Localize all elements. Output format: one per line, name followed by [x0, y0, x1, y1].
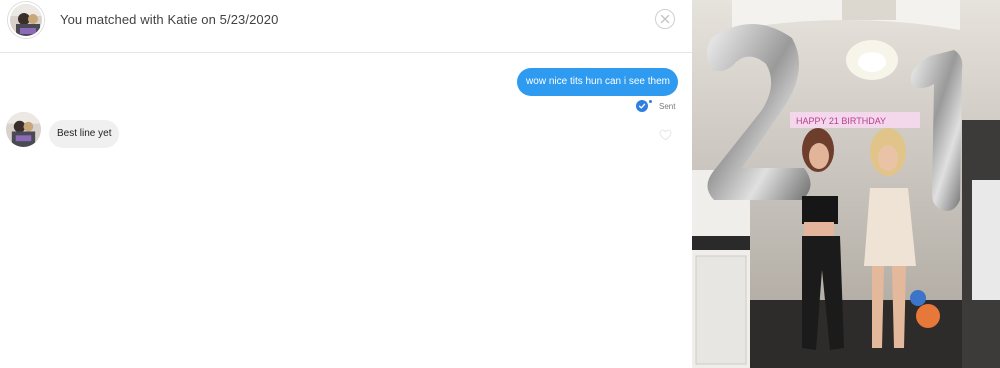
check-circle-icon: [636, 100, 648, 112]
profile-photo[interactable]: HAPPY 21 BIRTHDAY: [692, 0, 1000, 368]
avatar-image: [10, 4, 42, 36]
like-button[interactable]: [659, 128, 672, 141]
heart-outline-icon: [659, 129, 672, 141]
read-dot: [649, 100, 652, 103]
sender-avatar[interactable]: [6, 112, 41, 147]
chat-pane: You matched with Katie on 5/23/2020 wow …: [0, 0, 692, 368]
close-icon: [660, 14, 670, 24]
match-header: You matched with Katie on 5/23/2020: [0, 0, 692, 53]
avatar-image: [6, 112, 41, 147]
photo-image: HAPPY 21 BIRTHDAY: [692, 0, 1000, 368]
incoming-message[interactable]: Best line yet: [49, 120, 120, 148]
outgoing-message[interactable]: wow nice tits hun can i see them: [517, 68, 678, 96]
match-title: You matched with Katie on 5/23/2020: [60, 12, 279, 27]
match-avatar[interactable]: [8, 2, 44, 38]
sent-label: Sent: [659, 101, 676, 111]
message-status: Sent: [636, 99, 675, 113]
svg-text:HAPPY 21 BIRTHDAY: HAPPY 21 BIRTHDAY: [796, 116, 886, 126]
close-button[interactable]: [655, 9, 675, 29]
